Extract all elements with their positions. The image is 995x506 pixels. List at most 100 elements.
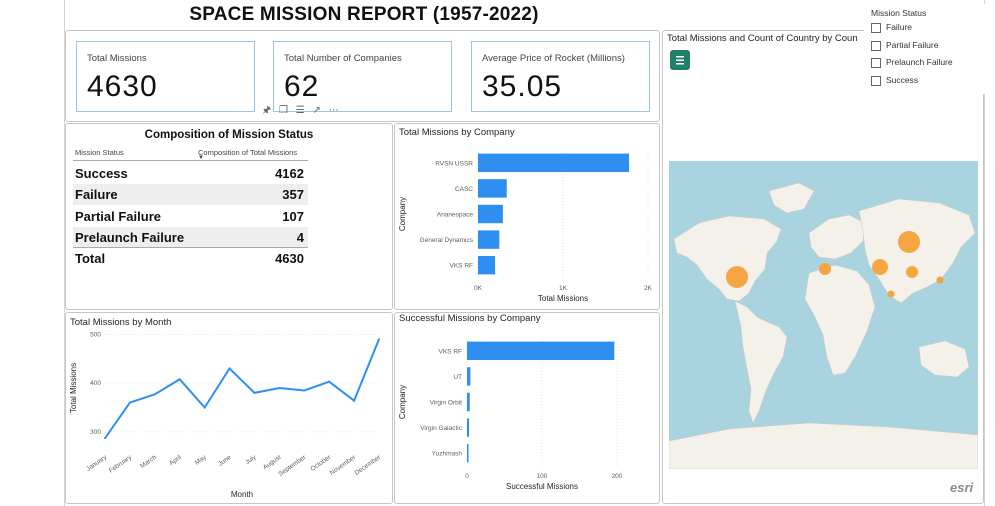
missions-by-company-title: Total Missions by Company <box>399 127 515 138</box>
missions-by-company-chart: 0K 1K 2K RVSN USSR CASC Arianespace General Dy… <box>398 150 653 303</box>
y-tick-label: RVSN USSR <box>435 160 473 167</box>
map-bubble-france[interactable] <box>819 263 831 275</box>
x-tick-label: September <box>277 453 308 477</box>
table-row[interactable]: Prelaunch Failure 4 <box>73 227 308 248</box>
total-missions-card[interactable]: Total Missions 4630 <box>76 41 255 112</box>
bar <box>467 392 470 412</box>
x-tick-label: February <box>108 453 134 474</box>
map-layers-button[interactable] <box>670 50 690 70</box>
missions-by-month-chart: 300 400 500 January February March April May Jun… <box>69 331 383 499</box>
slicer-option-success[interactable]: Success <box>871 75 918 89</box>
y-tick-label: VKS RF <box>450 263 474 270</box>
column-header-composition[interactable]: Composition of Total Missions <box>198 148 297 157</box>
table-row[interactable]: Partial Failure 107 <box>73 206 308 227</box>
y-tick-label: 300 <box>90 429 101 436</box>
map-bubble-usa[interactable] <box>726 266 748 288</box>
x-tick-label: March <box>139 454 158 470</box>
avg-rocket-price-label: Average Price of Rocket (Millions) <box>482 53 625 64</box>
x-tick-label: July <box>244 453 258 466</box>
checkbox[interactable] <box>871 75 881 86</box>
checkbox[interactable] <box>871 57 881 68</box>
data-point <box>278 387 281 389</box>
bar <box>467 341 615 361</box>
row-status: Failure <box>75 187 118 202</box>
x-axis-title: Successful Missions <box>506 482 578 491</box>
data-point <box>203 406 206 409</box>
x-tick-label: 100 <box>537 473 548 480</box>
world-map[interactable] <box>669 161 978 469</box>
row-value: 4 <box>296 230 304 245</box>
y-axis-title: Company <box>398 197 407 231</box>
map-bubble-china[interactable] <box>906 266 918 278</box>
row-status: Success <box>75 166 128 181</box>
y-tick-label: Virgin Galactic <box>420 425 463 432</box>
map-bubble-russia[interactable] <box>898 231 920 253</box>
map-bubble-japan[interactable] <box>936 276 944 284</box>
table-row[interactable]: Failure 357 <box>73 184 308 205</box>
x-tick-label: 2K <box>644 285 653 292</box>
y-axis-title: Company <box>398 385 407 419</box>
bar <box>478 153 630 173</box>
x-tick-label: January <box>85 453 109 472</box>
x-axis-title: Month <box>231 490 253 499</box>
y-tick-label: VKS RF <box>439 348 463 355</box>
slicer-option-partial-failure[interactable]: Partial Failure <box>871 40 938 54</box>
map-bubble-india[interactable] <box>887 290 895 298</box>
focus-mode-icon[interactable]: ↗ <box>313 105 321 116</box>
pin-icon[interactable]: 🖈 <box>262 103 271 120</box>
bar <box>467 367 471 386</box>
avg-rocket-price-value: 35.05 <box>482 70 563 103</box>
row-value: 107 <box>282 209 304 224</box>
x-tick-label: 1K <box>559 285 568 292</box>
data-point <box>378 338 380 341</box>
total-missions-value: 4630 <box>87 70 158 103</box>
y-axis-title: Total Missions <box>69 363 78 413</box>
avg-rocket-price-card[interactable]: Average Price of Rocket (Millions) 35.05 <box>471 41 650 112</box>
data-point <box>303 389 306 392</box>
bar <box>478 179 507 198</box>
y-tick-label: General Dynamics <box>420 237 474 244</box>
y-tick-label: 500 <box>90 331 101 338</box>
x-tick-label: August <box>262 454 283 471</box>
data-point <box>328 380 331 383</box>
column-header-mission-status[interactable]: Mission Status <box>75 148 124 157</box>
mission-status-slicer: Mission Status Failure Partial Failure P… <box>864 4 989 94</box>
y-tick-label: UT <box>453 374 462 381</box>
slicer-option-prelaunch-failure[interactable]: Prelaunch Failure <box>871 57 953 71</box>
x-tick-label: 0 <box>465 473 469 480</box>
row-status: Partial Failure <box>75 209 161 224</box>
total-companies-card[interactable]: Total Number of Companies 62 <box>273 41 452 112</box>
successful-missions-title: Successful Missions by Company <box>399 313 541 324</box>
total-companies-value: 62 <box>284 70 320 103</box>
x-tick-label: December <box>354 453 383 476</box>
x-tick-label: November <box>329 453 358 476</box>
data-point <box>178 378 181 381</box>
esri-logo: esri <box>950 480 974 495</box>
more-options-icon[interactable]: ⋯ <box>329 105 339 116</box>
map-title: Total Missions and Count of Country by C… <box>667 33 858 44</box>
data-point <box>253 391 256 394</box>
data-point <box>228 367 231 370</box>
checkbox[interactable] <box>871 22 881 33</box>
y-tick-label: 400 <box>90 380 101 387</box>
copy-icon[interactable]: ❐ <box>279 105 288 116</box>
sort-desc-icon[interactable]: ▼ <box>198 155 204 161</box>
data-point <box>128 401 131 404</box>
checkbox[interactable] <box>871 40 881 51</box>
y-tick-label: Arianespace <box>437 212 474 219</box>
table-row[interactable]: Success 4162 <box>73 163 308 184</box>
data-point <box>104 437 106 440</box>
table-header-divider <box>73 160 308 161</box>
data-point <box>153 393 156 396</box>
bar <box>467 443 469 463</box>
total-missions-label: Total Missions <box>87 53 147 64</box>
successful-missions-chart: 0 100 200 VKS RF UT Virgin Orbit Virgin Galact… <box>398 338 623 491</box>
y-tick-label: Yuzhmash <box>432 451 463 458</box>
slicer-title: Mission Status <box>871 8 927 18</box>
table-total-row: Total 4630 <box>73 248 308 269</box>
map-bubble-kazakhstan[interactable] <box>872 259 888 275</box>
series-line <box>104 338 380 439</box>
menu-icon <box>676 56 684 65</box>
slicer-option-failure[interactable]: Failure <box>871 22 912 36</box>
filter-icon[interactable]: ☰ <box>296 105 305 116</box>
